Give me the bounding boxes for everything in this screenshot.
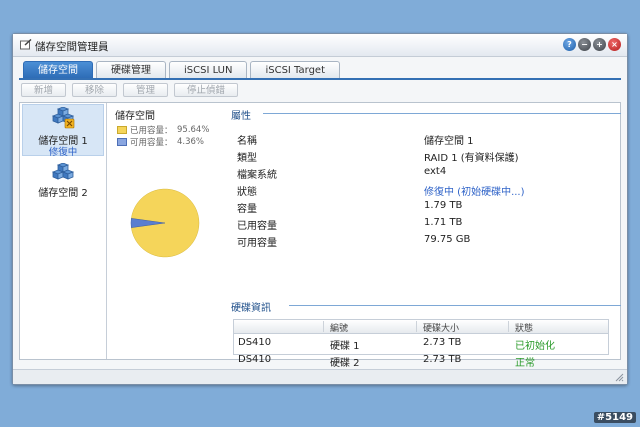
usage-panel: 儲存空間 已用容量： 95.64% 可用容量： 4.36%: [109, 103, 219, 359]
prop-value-type: RAID 1 (有資料保護): [424, 153, 519, 164]
tab-storage-space[interactable]: 儲存空間: [23, 61, 93, 78]
tab-iscsi-target[interactable]: iSCSI Target: [250, 61, 340, 78]
toolbar: 新增 移除 管理 停止偵錯: [21, 83, 239, 97]
image-id-watermark: #5149: [593, 412, 636, 423]
disk-info-section-title: 硬碟資訊: [231, 303, 271, 314]
stop-scrub-button[interactable]: 停止偵錯: [174, 83, 239, 97]
prop-value-filesystem: ext4: [424, 166, 447, 177]
prop-value-name: 儲存空間 1: [424, 136, 474, 147]
cell-model: DS410: [238, 354, 272, 365]
tab-disk-management[interactable]: 硬碟管理: [96, 61, 166, 78]
properties-divider: [263, 113, 621, 114]
volume-icon: [51, 163, 75, 180]
col-header-number[interactable]: 編號: [330, 321, 348, 334]
disk-info-divider: [289, 305, 621, 306]
prop-label-capacity: 容量: [237, 204, 257, 215]
prop-value-capacity: 1.79 TB: [424, 200, 463, 211]
volume-item-1[interactable]: 儲存空間 1 修復中: [22, 104, 104, 158]
prop-label-type: 類型: [237, 153, 257, 164]
usage-pie-chart: [130, 188, 200, 258]
legend-free-label: 可用容量：: [130, 138, 173, 148]
maximize-icon[interactable]: +: [593, 38, 606, 51]
create-button[interactable]: 新增: [21, 83, 67, 97]
window-title: 儲存空間管理員: [35, 41, 109, 53]
prop-value-free: 79.75 GB: [424, 234, 471, 245]
prop-label-used: 已用容量: [237, 221, 277, 232]
prop-label-name: 名稱: [237, 136, 257, 147]
disk-table-header: 編號 硬碟大小 狀態: [234, 320, 608, 334]
legend-used: 已用容量： 95.64%: [117, 124, 217, 136]
col-header-size[interactable]: 硬碟大小: [423, 321, 459, 334]
minimize-icon[interactable]: −: [578, 38, 591, 51]
manage-button[interactable]: 管理: [123, 83, 169, 97]
tab-underline: [19, 78, 621, 80]
cell-status: 正常: [515, 358, 535, 369]
cell-size: 2.73 TB: [423, 354, 462, 365]
resize-grip-icon[interactable]: [615, 373, 624, 382]
col-separator: [508, 321, 509, 332]
volume-status: 修復中: [48, 147, 78, 158]
cell-number: 硬碟 2: [330, 358, 360, 369]
disk-table: 編號 硬碟大小 狀態 DS410 硬碟 1 2.73 TB 已初始化 DS410…: [233, 319, 609, 369]
cell-size: 2.73 TB: [423, 337, 462, 348]
cell-model: DS410: [238, 337, 272, 348]
prop-label-filesystem: 檔案系統: [237, 170, 277, 181]
close-icon[interactable]: ×: [608, 38, 621, 51]
properties-panel: 屬性 名稱 儲存空間 1 類型 RAID 1 (有資料保護) 檔案系統 ext4…: [227, 103, 621, 369]
prop-value-used: 1.71 TB: [424, 217, 463, 228]
col-separator: [323, 321, 324, 332]
volume-icon: [51, 107, 75, 129]
cell-number: 硬碟 1: [330, 341, 360, 352]
legend-used-value: 95.64%: [177, 125, 210, 135]
col-separator: [416, 321, 417, 332]
remove-button[interactable]: 移除: [72, 83, 118, 97]
properties-section-title: 屬性: [231, 111, 251, 122]
tab-bar: 儲存空間 硬碟管理 iSCSI LUN iSCSI Target: [23, 61, 340, 79]
legend-used-swatch: [117, 126, 127, 134]
volume-item-2[interactable]: 儲存空間 2: [22, 161, 104, 201]
prop-label-status: 狀態: [237, 187, 257, 198]
tab-iscsi-lun[interactable]: iSCSI LUN: [169, 61, 248, 78]
volume-name: 儲存空間 2: [38, 188, 88, 199]
legend-free-swatch: [117, 138, 127, 146]
legend-used-label: 已用容量：: [130, 126, 173, 136]
usage-title: 儲存空間: [115, 111, 155, 122]
prop-value-status-link[interactable]: 修復中 (初始硬碟中...): [424, 183, 525, 198]
storage-manager-app-icon: [20, 39, 32, 50]
legend-free-value: 4.36%: [177, 137, 205, 147]
col-header-status[interactable]: 狀態: [515, 321, 533, 334]
help-icon[interactable]: ?: [563, 38, 576, 51]
storage-manager-window: 儲存空間管理員 ? − + × 儲存空間 硬碟管理 iSCSI LUN iSCS…: [12, 33, 628, 385]
main-content: 儲存空間 1 修復中 儲存空間 2 儲存空間 已用容量： 95.64% 可用容量…: [19, 102, 621, 369]
legend-free: 可用容量： 4.36%: [117, 136, 217, 148]
window-controls: ? − + ×: [563, 38, 621, 51]
title-bar[interactable]: 儲存空間管理員 ? − + ×: [13, 34, 627, 57]
prop-label-free: 可用容量: [237, 238, 277, 249]
volume-list: 儲存空間 1 修復中 儲存空間 2: [20, 103, 107, 359]
status-bar: [13, 369, 627, 384]
cell-status: 已初始化: [515, 341, 555, 352]
